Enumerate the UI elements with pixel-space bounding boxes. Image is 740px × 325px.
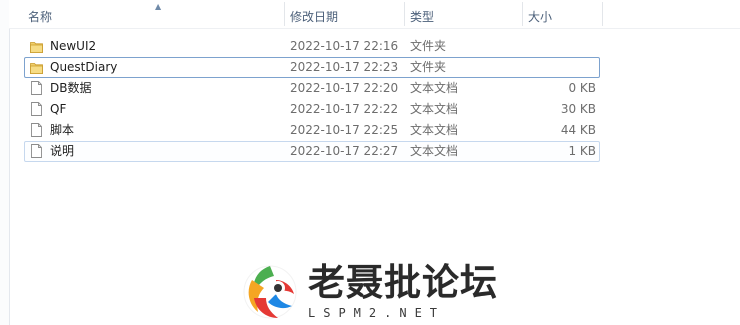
file-row[interactable]: QF 2022-10-17 22:22 文本文档 30 KB [24,99,600,120]
file-size [520,37,596,56]
file-name: DB数据 [50,81,92,95]
file-row-selected[interactable]: 说明 2022-10-17 22:27 文本文档 1 KB [24,141,600,162]
column-header-name-label: 名称 [28,10,53,24]
navigation-pane-edge [0,0,10,325]
watermark-subtitle: LSPM2.NET [308,306,446,320]
file-size: 30 KB [560,102,596,116]
file-modified-date: 2022-10-17 22:27 [290,144,399,158]
file-size: 0 KB [568,81,596,95]
file-modified-date: 2022-10-17 22:16 [290,39,399,53]
column-header-type[interactable]: 类型 [405,0,523,28]
file-name: QF [50,102,67,116]
file-explorer-window: ▲ 名称 修改日期 类型 大小 NewUI2 2022-10-17 22:16 … [0,0,740,325]
file-name: 说明 [50,144,75,158]
file-name: QuestDiary [50,60,118,74]
file-row[interactable]: DB数据 2022-10-17 22:20 文本文档 0 KB [24,78,600,99]
text-document-icon [30,121,46,140]
file-name: NewUI2 [50,39,97,53]
phoenix-logo-icon [243,265,297,319]
file-modified-date: 2022-10-17 22:22 [290,102,399,116]
file-type: 文本文档 [410,144,459,158]
watermark-title: 老聂批论坛 [308,260,498,304]
text-document-icon [30,79,46,98]
file-row[interactable]: 脚本 2022-10-17 22:25 文本文档 44 KB [24,120,600,141]
file-modified-date: 2022-10-17 22:23 [290,60,399,74]
column-header-name[interactable]: 名称 [23,0,285,28]
text-document-icon [30,100,46,119]
folder-icon [30,37,46,56]
file-modified-date: 2022-10-17 22:20 [290,81,399,95]
column-header-date-label: 修改日期 [290,10,339,24]
file-type: 文本文档 [410,102,459,116]
column-header-size-label: 大小 [528,10,553,24]
file-row-focused[interactable]: QuestDiary 2022-10-17 22:23 文件夹 [24,57,600,78]
file-type: 文件夹 [410,60,447,74]
file-row[interactable]: NewUI2 2022-10-17 22:16 文件夹 [24,36,600,57]
file-type: 文件夹 [410,39,447,53]
folder-icon [30,58,46,77]
file-size: 1 KB [568,144,596,158]
column-separator[interactable] [602,2,603,26]
file-size: 44 KB [560,123,596,137]
file-list: NewUI2 2022-10-17 22:16 文件夹 QuestDiary 2… [24,36,600,162]
watermark-logo: 老聂批论坛 LSPM2.NET [240,258,502,324]
column-header-type-label: 类型 [410,10,435,24]
file-type: 文本文档 [410,123,459,137]
column-header-bar: ▲ 名称 修改日期 类型 大小 [9,0,740,29]
file-name: 脚本 [50,123,75,137]
file-modified-date: 2022-10-17 22:25 [290,123,399,137]
column-header-date[interactable]: 修改日期 [285,0,405,28]
file-size [520,58,596,77]
file-type: 文本文档 [410,81,459,95]
column-header-size[interactable]: 大小 [523,0,603,28]
text-document-icon [30,142,46,161]
